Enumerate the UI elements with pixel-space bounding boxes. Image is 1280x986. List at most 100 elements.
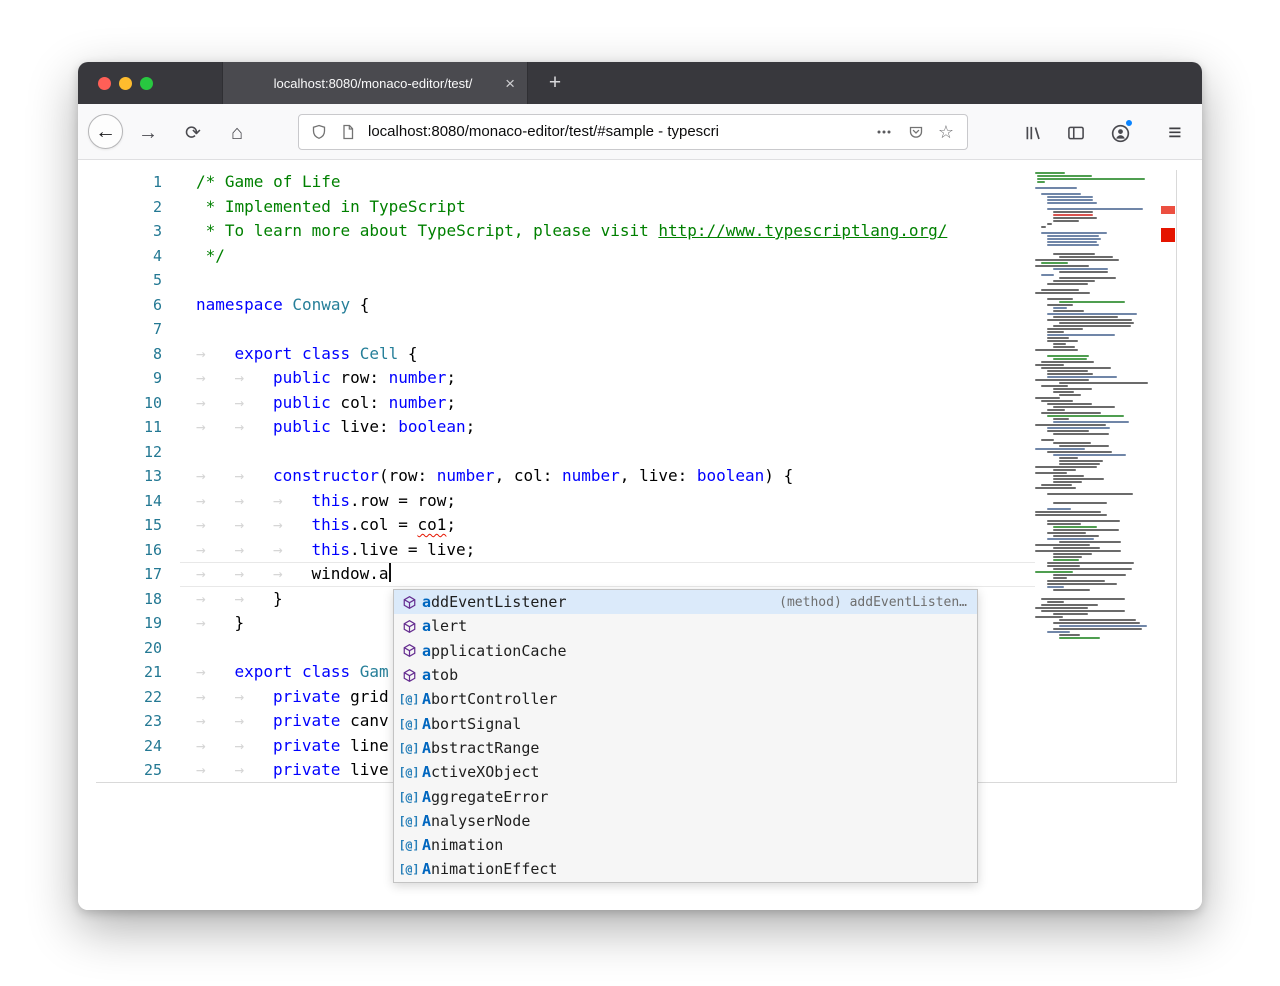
back-button[interactable]: ← — [88, 114, 123, 149]
menu-button[interactable]: ≡ — [1161, 117, 1189, 147]
code-line[interactable]: 6 namespace Conway { — [96, 293, 1176, 318]
code-line[interactable]: 15 → → → this.col = co1; — [96, 513, 1176, 538]
minimap-row — [1059, 277, 1116, 279]
suggestion-item[interactable]: [@] AbortController — [394, 687, 977, 711]
navigation-toolbar: ← → ⟳ ⌂ localhost:8080/monaco-editor/tes… — [78, 104, 1202, 160]
code-line[interactable]: 8 → export class Cell { — [96, 342, 1176, 367]
whitespace-tab-icon: → — [234, 368, 245, 387]
suggestion-item[interactable]: [@] ActiveXObject — [394, 760, 977, 784]
line-number[interactable]: 16 — [96, 538, 180, 563]
minimap-row — [1035, 607, 1088, 609]
line-number[interactable]: 7 — [96, 317, 180, 342]
code-line[interactable]: 1 /* Game of Life — [96, 170, 1176, 195]
code-line[interactable]: 7 — [96, 317, 1176, 342]
suggestion-item[interactable]: [@] Animation — [394, 833, 977, 857]
url-text[interactable]: localhost:8080/monaco-editor/test/#sampl… — [368, 122, 876, 142]
line-number[interactable]: 3 — [96, 219, 180, 244]
page-actions-icon[interactable] — [876, 124, 892, 140]
minimize-window-button[interactable] — [119, 77, 132, 90]
code-text: /* Game of Life — [196, 172, 341, 191]
code-line[interactable]: 4 */ — [96, 244, 1176, 269]
minimap-row — [1053, 553, 1092, 555]
url-bar[interactable]: localhost:8080/monaco-editor/test/#sampl… — [298, 114, 968, 150]
line-number[interactable]: 8 — [96, 342, 180, 367]
suggestion-item[interactable]: [@] AnimationEffect — [394, 857, 977, 881]
minimap-row — [1053, 568, 1132, 570]
suggestion-item[interactable]: atob — [394, 663, 977, 687]
class-icon: [@] — [398, 838, 420, 853]
whitespace-tab-icon: → — [196, 662, 206, 681]
line-number[interactable]: 2 — [96, 195, 180, 220]
reload-button[interactable]: ⟳ — [179, 119, 207, 147]
line-number[interactable]: 6 — [96, 293, 180, 318]
class-icon: [@] — [398, 813, 420, 828]
code-line[interactable]: 11 → → public live: boolean; — [96, 415, 1176, 440]
code-line[interactable]: 16 → → → this.live = live; — [96, 538, 1176, 563]
line-number[interactable]: 18 — [96, 587, 180, 612]
line-number[interactable]: 10 — [96, 391, 180, 416]
browser-tab[interactable]: localhost:8080/monaco-editor/test/ × — [222, 62, 528, 104]
whitespace-tab-icon: → — [196, 735, 206, 755]
minimap-row — [1053, 268, 1108, 270]
account-button[interactable] — [1106, 119, 1134, 147]
line-number[interactable]: 1 — [96, 170, 180, 195]
line-number[interactable]: 25 — [96, 758, 180, 782]
minimap-row — [1053, 589, 1090, 591]
tracking-protection-shield-icon[interactable] — [311, 124, 327, 140]
notification-dot — [1125, 119, 1133, 127]
library-button[interactable] — [1019, 119, 1047, 147]
line-number[interactable]: 23 — [96, 709, 180, 734]
minimap-row — [1047, 403, 1092, 405]
suggestion-item[interactable]: applicationCache — [394, 639, 977, 663]
suggestion-item[interactable]: [@] AggregateError — [394, 784, 977, 808]
line-number[interactable]: 9 — [96, 366, 180, 391]
minimap-row — [1035, 466, 1097, 468]
code-line[interactable]: 2 * Implemented in TypeScript — [96, 195, 1176, 220]
line-number[interactable]: 12 — [96, 440, 180, 465]
minimap-row — [1035, 364, 1064, 366]
code-line[interactable]: 3 * To learn more about TypeScript, plea… — [96, 219, 1176, 244]
line-number[interactable]: 5 — [96, 268, 180, 293]
tab-close-icon[interactable]: × — [505, 75, 515, 92]
code-line[interactable]: 9 → → public row: number; — [96, 366, 1176, 391]
suggestion-item[interactable]: [@] AnalyserNode — [394, 809, 977, 833]
line-number[interactable]: 17 — [96, 562, 180, 587]
code-line[interactable]: 14 → → → this.row = row; — [96, 489, 1176, 514]
whitespace-tab-icon: → — [196, 564, 206, 583]
forward-button[interactable]: → — [134, 119, 162, 147]
code-line[interactable]: 10 → → public col: number; — [96, 391, 1176, 416]
suggestion-item[interactable]: addEventListener (method) addEventListen… — [394, 590, 977, 615]
pocket-icon[interactable] — [908, 124, 924, 140]
line-number[interactable]: 14 — [96, 489, 180, 514]
line-number[interactable]: 11 — [96, 415, 180, 440]
minimap-row — [1035, 595, 1161, 597]
code-line[interactable]: 17 → → → window.a — [96, 562, 1176, 587]
line-number[interactable]: 4 — [96, 244, 180, 269]
line-number[interactable]: 22 — [96, 685, 180, 710]
close-window-button[interactable] — [98, 77, 111, 90]
code-line[interactable]: 13 → → constructor(row: number, col: number… — [96, 464, 1176, 489]
minimap-row — [1035, 514, 1107, 516]
sidebar-button[interactable] — [1062, 119, 1090, 147]
minimap-row — [1053, 421, 1129, 423]
line-number[interactable]: 21 — [96, 660, 180, 685]
suggestion-item[interactable]: alert — [394, 614, 977, 638]
zoom-window-button[interactable] — [140, 77, 153, 90]
line-number[interactable]: 24 — [96, 734, 180, 759]
suggestion-item[interactable]: [@] AbstractRange — [394, 736, 977, 760]
code-line[interactable]: 12 — [96, 440, 1176, 465]
bookmark-star-icon[interactable]: ☆ — [938, 122, 954, 143]
minimap-row — [1041, 610, 1125, 612]
line-number[interactable]: 15 — [96, 513, 180, 538]
line-number[interactable]: 20 — [96, 636, 180, 661]
minimap[interactable] — [1035, 172, 1161, 781]
page-info-icon[interactable] — [340, 124, 356, 140]
line-number[interactable]: 19 — [96, 611, 180, 636]
minimap-row — [1035, 205, 1161, 207]
new-tab-button[interactable]: + — [536, 62, 574, 104]
line-number[interactable]: 13 — [96, 464, 180, 489]
suggestion-item[interactable]: [@] AbortSignal — [394, 711, 977, 735]
minimap-row — [1047, 304, 1073, 306]
home-button[interactable]: ⌂ — [223, 119, 251, 147]
code-line[interactable]: 5 — [96, 268, 1176, 293]
